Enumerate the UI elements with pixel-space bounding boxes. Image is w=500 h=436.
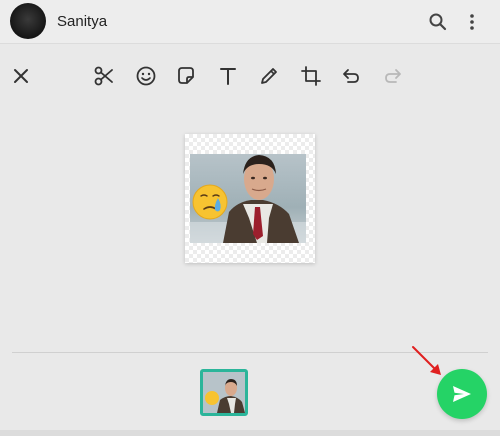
more-vertical-icon[interactable] [460,10,484,34]
scissors-icon[interactable] [91,63,117,89]
bottom-strip [0,430,500,436]
close-icon[interactable] [8,63,34,89]
text-icon[interactable] [215,63,241,89]
annotation-arrow [412,346,441,375]
contact-avatar[interactable] [10,3,46,39]
chat-header: Sanitya [0,0,500,44]
crying-emoji-sticker[interactable] [192,184,228,220]
sticker-icon[interactable] [173,63,199,89]
send-icon [453,386,471,402]
emoji-icon[interactable] [133,63,159,89]
crop-rotate-icon[interactable] [298,63,324,89]
pencil-icon[interactable] [256,63,282,89]
contact-name[interactable]: Sanitya [57,13,107,30]
send-button[interactable] [437,369,487,419]
redo-icon[interactable] [380,63,406,89]
search-icon[interactable] [426,10,450,34]
undo-icon[interactable] [338,63,364,89]
media-thumbnail[interactable] [200,369,248,416]
image-canvas[interactable] [185,134,315,263]
